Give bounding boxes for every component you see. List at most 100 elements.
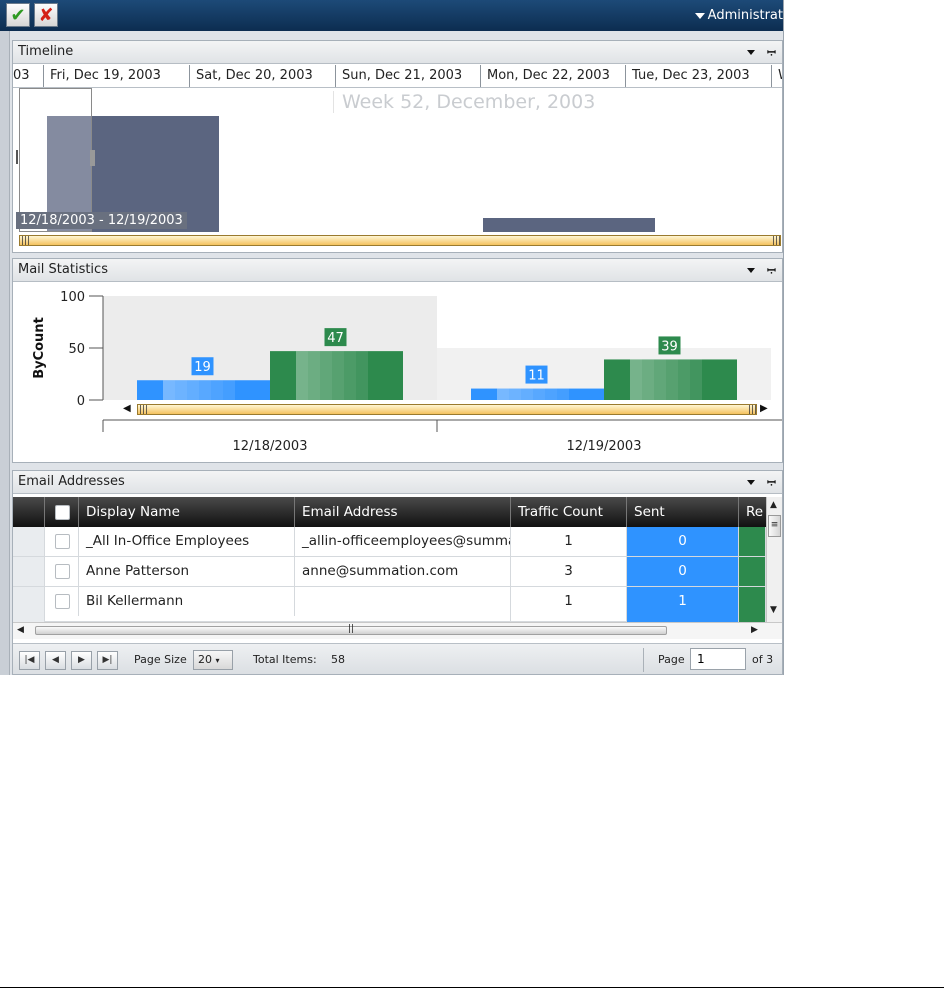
dropdown-icon[interactable]	[747, 268, 756, 273]
data-label: 39	[661, 339, 678, 354]
column-header-received[interactable]: Re	[739, 497, 766, 527]
received-cell[interactable]	[739, 557, 766, 586]
last-page-button[interactable]: ▶|	[97, 651, 118, 670]
chart-scrollbar[interactable]: ||| |||	[137, 404, 757, 415]
grid-horizontal-scrollbar[interactable]: ◀ || ▶	[13, 622, 782, 639]
table-row[interactable]: Anne Patterson anne@summation.com 3 0	[13, 557, 766, 587]
timeline-day[interactable]: Sun, Dec 21, 2003	[336, 65, 481, 87]
row-indicator[interactable]	[13, 557, 45, 586]
page-bottom-rule	[0, 987, 944, 988]
chart-bar-highlight	[497, 388, 509, 400]
scroll-grip-right[interactable]: |||	[748, 405, 758, 416]
dropdown-icon[interactable]	[747, 480, 756, 485]
timeline-day[interactable]: Sat, Dec 20, 2003	[190, 65, 336, 87]
page-of-label: of 3	[752, 653, 774, 666]
traffic-count-cell[interactable]: 1	[511, 527, 627, 556]
chart-scroll-right-icon[interactable]: ▶	[760, 403, 768, 414]
row-checkbox[interactable]	[55, 563, 70, 579]
next-page-button[interactable]: ▶	[71, 651, 92, 670]
pin-icon[interactable]: ꟷ̣	[767, 46, 776, 59]
timeline-day-header: 03 Fri, Dec 19, 2003 Sat, Dec 20, 2003 S…	[13, 65, 782, 88]
select-all-checkbox[interactable]	[55, 504, 70, 520]
column-header-traffic-count[interactable]: Traffic Count	[511, 497, 627, 527]
page-number-input[interactable]	[690, 648, 746, 670]
email-address-cell[interactable]: anne@summation.com	[295, 557, 511, 586]
received-cell[interactable]	[739, 527, 766, 556]
scroll-up-icon[interactable]: ▲	[770, 500, 777, 510]
column-header-display-name[interactable]: Display Name	[79, 497, 295, 527]
mail-statistics-panel: Mail Statistics ꟷ̣ 0 50 100 ByCount 19 47 11 39…	[12, 258, 783, 463]
row-checkbox[interactable]	[55, 533, 70, 549]
chart-bar-highlight	[296, 351, 308, 400]
timeline-selection[interactable]	[19, 88, 92, 232]
row-indicator[interactable]	[13, 527, 45, 556]
email-address-cell[interactable]	[295, 587, 511, 622]
y-axis-label: ByCount	[32, 317, 47, 379]
timeline-day[interactable]: Fri, Dec 19, 2003	[44, 65, 190, 87]
page-size-select[interactable]: 20 ▾	[193, 650, 233, 670]
column-header-sent[interactable]: Sent	[627, 497, 739, 527]
timeline-scrollbar[interactable]: ||| |||	[19, 235, 781, 246]
first-page-button[interactable]: |◀	[19, 651, 40, 670]
timeline-day[interactable]: Tue, Dec 23, 2003	[626, 65, 772, 87]
email-address-cell[interactable]: _allin-officeemployees@summa	[295, 527, 511, 556]
scroll-grip-left[interactable]: |||	[139, 405, 149, 416]
header-select-all[interactable]	[45, 497, 79, 527]
scroll-right-icon[interactable]: ▶	[751, 625, 758, 635]
row-select[interactable]	[45, 527, 79, 556]
cancel-button[interactable]: ✘	[34, 3, 58, 27]
table-row[interactable]: _All In-Office Employees _allin-officeem…	[13, 527, 766, 557]
sent-cell[interactable]: 1	[627, 587, 739, 622]
chart-bar-highlight	[211, 380, 223, 400]
timeline-day[interactable]: W	[772, 65, 782, 87]
timeline-day[interactable]: Mon, Dec 22, 2003	[481, 65, 626, 87]
row-select[interactable]	[45, 557, 79, 586]
scroll-grip-right[interactable]: |||	[772, 236, 782, 247]
data-label: 19	[194, 360, 211, 375]
timeline-panel-title: Timeline	[18, 44, 74, 59]
table-row[interactable]: Bil Kellermann 1 1	[13, 587, 766, 622]
y-tick-label: 0	[77, 394, 85, 409]
sent-cell[interactable]: 0	[627, 527, 739, 556]
pin-icon[interactable]: ꟷ̣	[767, 264, 776, 277]
dropdown-icon[interactable]	[747, 50, 756, 55]
pin-icon[interactable]: ꟷ̣	[767, 476, 776, 489]
display-name-cell[interactable]: _All In-Office Employees	[79, 527, 295, 556]
horizontal-scroll-thumb[interactable]: ||	[35, 624, 667, 635]
chart-bar-highlight	[521, 388, 533, 400]
selection-left-handle[interactable]	[16, 150, 18, 164]
row-select[interactable]	[45, 587, 79, 616]
app-window: ✔ ✘ Administrat Timeline ꟷ̣ 03 Fri, Dec …	[0, 0, 784, 675]
x-icon: ✘	[38, 4, 54, 26]
sent-cell[interactable]: 0	[627, 557, 739, 586]
chart-scroll-left-icon[interactable]: ◀	[123, 403, 131, 414]
y-tick-label: 100	[60, 290, 85, 305]
chart-bar-highlight	[320, 351, 332, 400]
display-name-cell[interactable]: Bil Kellermann	[79, 587, 295, 616]
timeline-area[interactable]: Week 52, December, 2003 12/18/2003 - 12/…	[13, 88, 782, 232]
scroll-down-icon[interactable]: ▼	[770, 605, 777, 615]
left-splitter[interactable]	[0, 31, 10, 675]
previous-page-button[interactable]: ◀	[45, 651, 66, 670]
traffic-count-cell[interactable]: 1	[511, 587, 627, 622]
row-indicator[interactable]	[13, 587, 45, 622]
vertical-scroll-thumb[interactable]: ≡	[768, 515, 781, 537]
chart-bar-highlight	[175, 380, 187, 400]
row-checkbox[interactable]	[55, 593, 70, 609]
grid-vertical-scrollbar[interactable]: ▲ ≡ ▼	[766, 497, 782, 622]
ok-button[interactable]: ✔	[6, 3, 30, 27]
x-tick-label: 12/19/2003	[567, 439, 642, 454]
column-header-email-address[interactable]: Email Address	[295, 497, 511, 527]
pager-divider	[643, 648, 644, 672]
timeline-day[interactable]: 03	[13, 65, 44, 87]
selection-right-handle[interactable]	[90, 150, 95, 166]
administration-menu[interactable]: Administrat	[694, 8, 783, 23]
scroll-grip-left[interactable]: |||	[21, 236, 31, 247]
total-items-value: 58	[331, 653, 345, 666]
chart-bar-highlight	[332, 351, 344, 400]
traffic-count-cell[interactable]: 3	[511, 557, 627, 586]
received-cell[interactable]	[739, 587, 766, 622]
display-name-cell[interactable]: Anne Patterson	[79, 557, 295, 586]
scroll-left-icon[interactable]: ◀	[17, 625, 24, 635]
email-addresses-title: Email Addresses	[18, 474, 125, 489]
